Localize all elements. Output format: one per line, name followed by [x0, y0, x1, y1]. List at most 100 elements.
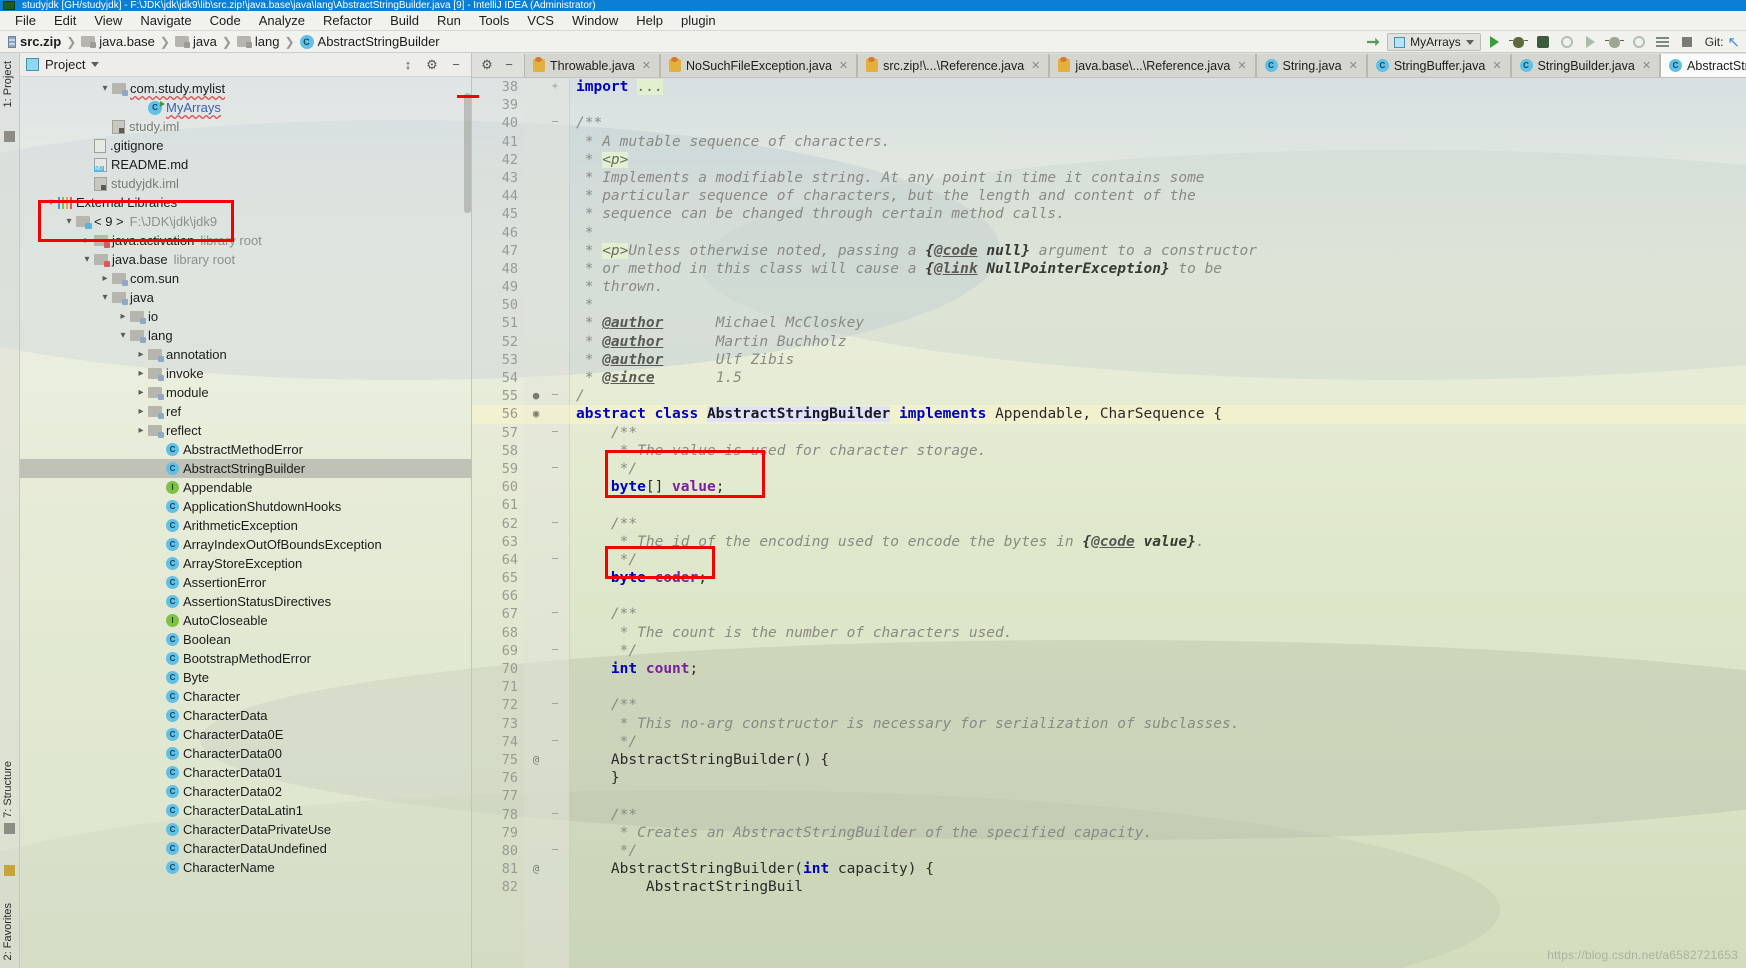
tree-twisty[interactable]: ▾ — [98, 292, 112, 303]
tree-item-studyjdk-iml[interactable]: studyjdk.iml — [20, 174, 471, 193]
rail-item-favorites[interactable]: 2: Favorites — [2, 903, 14, 960]
close-icon[interactable]: ✕ — [839, 59, 848, 72]
tree-item-characterdataprivateuse[interactable]: C CharacterDataPrivateUse — [20, 820, 471, 839]
tree-item-arraystoreexception[interactable]: C ArrayStoreException — [20, 554, 471, 573]
menu-item-build[interactable]: Build — [381, 12, 428, 29]
collapse-all-icon[interactable]: ↕ — [399, 56, 417, 74]
tree-item-applicationshutdownhooks[interactable]: C ApplicationShutdownHooks — [20, 497, 471, 516]
tree-item-gitignore[interactable]: .gitignore — [20, 136, 471, 155]
gear-icon[interactable]: ⚙ — [478, 56, 496, 74]
fold-toggle-icon[interactable]: ─ — [548, 515, 562, 533]
tree-item-characterdata02[interactable]: C CharacterData02 — [20, 782, 471, 801]
minimize-icon[interactable]: − — [500, 56, 518, 74]
tree-twisty[interactable]: ▸ — [98, 273, 112, 284]
editor-tab-stringbuffer-java[interactable]: C StringBuffer.java ✕ — [1366, 54, 1511, 77]
code-line[interactable]: 73 * This no-arg constructor is necessar… — [472, 715, 1746, 733]
tree-item-java-base[interactable]: ▾ java.base library root — [20, 250, 471, 269]
tree-twisty[interactable]: ▾ — [116, 330, 130, 341]
tree-item-myarrays[interactable]: C MyArrays — [20, 98, 471, 117]
code-line[interactable]: 61 — [472, 496, 1746, 514]
code-line[interactable]: 70 int count; — [472, 660, 1746, 678]
tree-twisty[interactable]: ▾ — [98, 83, 112, 94]
code-line[interactable]: 51 * @author Michael McCloskey — [472, 314, 1746, 332]
tree-twisty[interactable]: ▸ — [80, 235, 94, 246]
code-line[interactable]: 67 ─ /** — [472, 605, 1746, 623]
editor-tab-java-base-reference-java[interactable]: java.base\...\Reference.java ✕ — [1049, 54, 1256, 77]
rail-item-project[interactable]: 1: Project — [2, 61, 14, 107]
tree-item-module[interactable]: ▸ module — [20, 383, 471, 402]
fold-toggle-icon[interactable]: ─ — [548, 842, 562, 860]
coverage-dim-button[interactable] — [1629, 33, 1649, 51]
code-line[interactable]: 53 * @author Ulf Zibis — [472, 351, 1746, 369]
tree-item-study-iml[interactable]: study.iml — [20, 117, 471, 136]
tree-item-assertionstatusdirectives[interactable]: C AssertionStatusDirectives — [20, 592, 471, 611]
run-button[interactable] — [1485, 33, 1505, 51]
tree-item-abstractmethoderror[interactable]: C AbstractMethodError — [20, 440, 471, 459]
tree-item-invoke[interactable]: ▸ invoke — [20, 364, 471, 383]
fold-toggle-icon[interactable]: ─ — [548, 733, 562, 751]
fold-toggle-icon[interactable]: ─ — [548, 424, 562, 442]
code-line[interactable]: 44 * particular sequence of characters, … — [472, 187, 1746, 205]
tree-item-com-sun[interactable]: ▸ com.sun — [20, 269, 471, 288]
code-line[interactable]: 57 ─ /** — [472, 424, 1746, 442]
code-line[interactable]: 65 byte coder; — [472, 569, 1746, 587]
breadcrumb-item-srczip[interactable]: src.zip — [8, 34, 61, 49]
tree-item-9[interactable]: ▾ < 9 > F:\JDK\jdk\jdk9 — [20, 212, 471, 231]
code-line[interactable]: 81 @ AbstractStringBuilder(int capacity) … — [472, 860, 1746, 878]
tree-twisty[interactable]: ▾ — [44, 197, 58, 208]
fold-toggle-icon[interactable]: ─ — [548, 605, 562, 623]
tree-twisty[interactable]: ▸ — [116, 311, 130, 322]
code-line[interactable]: 78 ─ /** — [472, 806, 1746, 824]
code-line[interactable]: 52 * @author Martin Buchholz — [472, 333, 1746, 351]
tree-item-ref[interactable]: ▸ ref — [20, 402, 471, 421]
editor-tab-stringbuilder-java[interactable]: C StringBuilder.java ✕ — [1510, 54, 1661, 77]
code-line[interactable]: 60 byte[] value; — [472, 478, 1746, 496]
menu-item-tools[interactable]: Tools — [470, 12, 518, 29]
code-line[interactable]: 62 ─ /** — [472, 515, 1746, 533]
tree-item-characterdata00[interactable]: C CharacterData00 — [20, 744, 471, 763]
menu-item-window[interactable]: Window — [563, 12, 627, 29]
tree-item-reflect[interactable]: ▸ reflect — [20, 421, 471, 440]
close-icon[interactable]: ✕ — [1031, 59, 1040, 72]
code-line[interactable]: 66 — [472, 587, 1746, 605]
chevron-down-icon[interactable] — [91, 62, 100, 67]
tree-twisty[interactable]: ▸ — [134, 368, 148, 379]
fold-toggle-icon[interactable]: ─ — [548, 460, 562, 478]
back-arrow-icon[interactable]: ➞ — [1363, 33, 1383, 51]
tree-item-charactername[interactable]: C CharacterName — [20, 858, 471, 877]
tree-item-characterdata0e[interactable]: C CharacterData0E — [20, 725, 471, 744]
close-icon[interactable]: ✕ — [1642, 59, 1651, 72]
tree-item-io[interactable]: ▸ io — [20, 307, 471, 326]
code-line[interactable]: 69 ─ */ — [472, 642, 1746, 660]
fold-toggle-icon[interactable]: ─ — [548, 387, 562, 405]
gutter-marker-icon[interactable]: @ — [524, 751, 548, 769]
code-line[interactable]: 46 * — [472, 224, 1746, 242]
code-line[interactable]: 39 — [472, 96, 1746, 114]
fold-toggle-icon[interactable]: ─ — [548, 551, 562, 569]
git-update-icon[interactable]: ↖ — [1727, 33, 1740, 51]
tree-item-assertionerror[interactable]: C AssertionError — [20, 573, 471, 592]
tree-twisty[interactable]: ▾ — [80, 254, 94, 265]
tree-item-external-libraries[interactable]: ▾ External Libraries — [20, 193, 471, 212]
code-line[interactable]: 68 * The count is the number of characte… — [472, 624, 1746, 642]
editor-tab-abstractstr[interactable]: C AbstractStr — [1660, 54, 1746, 77]
code-line[interactable]: 64 ─ */ — [472, 551, 1746, 569]
code-line[interactable]: 38 + import ... — [472, 78, 1746, 96]
gutter-marker-icon[interactable]: @ — [524, 860, 548, 878]
code-line[interactable]: 76 } — [472, 769, 1746, 787]
code-line[interactable]: 47 * <p>Unless otherwise noted, passing … — [472, 242, 1746, 260]
fold-toggle-icon[interactable]: ─ — [548, 806, 562, 824]
code-line[interactable]: 45 * sequence can be changed through cer… — [472, 205, 1746, 223]
tree-item-com-study-mylist[interactable]: ▾ com.study.mylist — [20, 79, 471, 98]
code-line[interactable]: 49 * thrown. — [472, 278, 1746, 296]
tree-item-characterdata01[interactable]: C CharacterData01 — [20, 763, 471, 782]
tree-item-byte[interactable]: C Byte — [20, 668, 471, 687]
close-icon[interactable]: ✕ — [642, 59, 651, 72]
code-line[interactable]: 59 ─ */ — [472, 460, 1746, 478]
code-line[interactable]: 42 * <p> — [472, 151, 1746, 169]
menu-item-code[interactable]: Code — [201, 12, 250, 29]
tree-twisty[interactable]: ▸ — [134, 349, 148, 360]
stop-button[interactable] — [1677, 33, 1697, 51]
run-with-coverage-button[interactable] — [1533, 33, 1553, 51]
editor-tab-src-zip-reference-java[interactable]: src.zip!\...\Reference.java ✕ — [857, 54, 1050, 77]
